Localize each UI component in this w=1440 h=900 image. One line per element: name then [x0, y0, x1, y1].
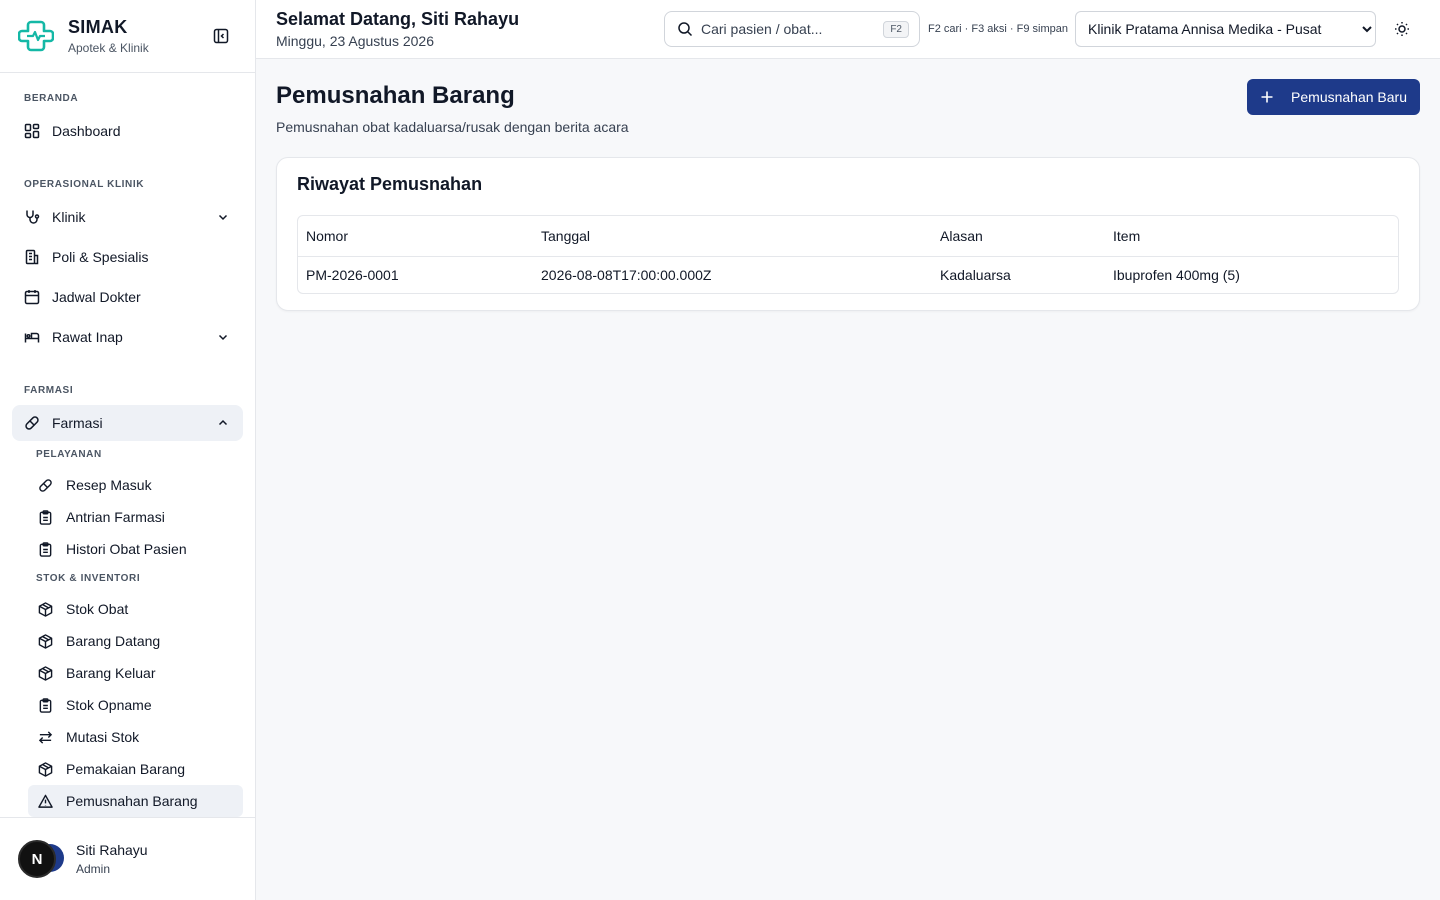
- clipboard-icon: [38, 697, 53, 713]
- search-input[interactable]: [701, 21, 884, 37]
- main-area: Selamat Datang, Siti Rahayu Minggu, 23 A…: [256, 0, 1440, 900]
- sidebar-item-stok-opname[interactable]: Stok Opname: [28, 689, 243, 721]
- pill-icon: [24, 415, 40, 431]
- dashboard-icon: [24, 123, 40, 139]
- package-icon: [38, 761, 53, 777]
- search-shortcut-key: F2: [883, 20, 909, 38]
- sidebar-item-resep-masuk[interactable]: Resep Masuk: [28, 469, 243, 501]
- user-name: Siti Rahayu: [76, 842, 148, 858]
- brand: SIMAK Apotek & Klinik: [0, 0, 255, 73]
- sidebar-item-pemakaian-barang[interactable]: Pemakaian Barang: [28, 753, 243, 785]
- sidebar-item-mutasi-stok[interactable]: Mutasi Stok: [28, 721, 243, 753]
- sidebar-item-klinik[interactable]: Klinik: [12, 199, 243, 235]
- bed-icon: [24, 329, 40, 345]
- sidebar-item-label: Resep Masuk: [66, 477, 152, 493]
- new-disposal-button[interactable]: Pemusnahan Baru: [1247, 79, 1420, 115]
- sidebar-item-label: Pemusnahan Barang: [66, 793, 198, 809]
- package-icon: [38, 601, 53, 617]
- sidebar-item-label: Poli & Spesialis: [52, 249, 149, 265]
- sidebar-item-label: Rawat Inap: [52, 329, 123, 345]
- table-row[interactable]: PM-2026-0001 2026-08-08T17:00:00.000Z Ka…: [298, 257, 1398, 293]
- sidebar-item-label: Barang Keluar: [66, 665, 156, 681]
- column-header-item: Item: [1105, 216, 1398, 257]
- brand-name: SIMAK: [68, 17, 128, 37]
- sidebar-item-label: Histori Obat Pasien: [66, 541, 187, 557]
- page-content: Pemusnahan Barang Pemusnahan obat kadalu…: [256, 59, 1440, 331]
- sun-icon: [1395, 22, 1409, 36]
- sidebar: SIMAK Apotek & Klinik BERANDA Dashboard …: [0, 0, 256, 900]
- chevron-up-icon: [217, 417, 229, 429]
- new-disposal-label: Pemusnahan Baru: [1291, 89, 1407, 105]
- cell-item: Ibuprofen 400mg (5): [1113, 267, 1240, 283]
- search-box[interactable]: F2: [664, 11, 920, 47]
- pill-icon: [38, 478, 53, 493]
- nav-section-ops: OPERASIONAL KLINIK: [24, 179, 145, 190]
- sidebar-item-label: Jadwal Dokter: [52, 289, 141, 305]
- chevron-down-icon: [217, 211, 229, 223]
- nav-section-home: BERANDA: [24, 93, 79, 104]
- package-icon: [38, 665, 53, 681]
- sidebar-item-label: Stok Obat: [66, 601, 129, 617]
- sidebar-item-label: Antrian Farmasi: [66, 509, 165, 525]
- arrows-left-right-icon: [38, 730, 53, 745]
- hotkey-hints: F2 cari · F3 aksi · F9 simpan: [928, 23, 1068, 35]
- user-profile[interactable]: N Siti Rahayu Admin: [0, 817, 255, 900]
- nav-subsection-pelayanan: PELAYANAN: [36, 449, 102, 460]
- sidebar-item-label: Klinik: [52, 209, 86, 225]
- clinic-logo-icon: [18, 20, 54, 52]
- nav-subsection-stok: STOK & INVENTORI: [36, 573, 141, 584]
- sidebar-item-stok-obat[interactable]: Stok Obat: [28, 593, 243, 625]
- app-root: SIMAK Apotek & Klinik BERANDA Dashboard …: [0, 0, 1440, 900]
- sidebar-item-poli[interactable]: Poli & Spesialis: [12, 239, 243, 275]
- brand-subtitle: Apotek & Klinik: [68, 41, 149, 55]
- topbar: Selamat Datang, Siti Rahayu Minggu, 23 A…: [256, 0, 1440, 59]
- plus-icon: [1259, 89, 1275, 105]
- history-table: Nomor Tanggal Alasan Item PM-2026-0001 2…: [297, 215, 1399, 294]
- history-title: Riwayat Pemusnahan: [297, 174, 483, 194]
- sidebar-item-barang-datang[interactable]: Barang Datang: [28, 625, 243, 657]
- sidebar-item-antrian-farmasi[interactable]: Antrian Farmasi: [28, 501, 243, 533]
- cell-nomor: PM-2026-0001: [306, 267, 399, 283]
- clinic-select[interactable]: Klinik Pratama Annisa Medika - Pusat: [1075, 11, 1376, 47]
- sidebar-item-label: Barang Datang: [66, 633, 161, 649]
- chevron-down-icon: [217, 331, 229, 343]
- sidebar-nav: BERANDA Dashboard OPERASIONAL KLINIK Kli…: [0, 73, 255, 817]
- stethoscope-icon: [24, 209, 40, 225]
- package-icon: [38, 633, 53, 649]
- page-subtitle: Pemusnahan obat kadaluarsa/rusak dengan …: [276, 119, 629, 135]
- building-icon: [24, 249, 40, 265]
- cell-alasan: Kadaluarsa: [940, 267, 1011, 283]
- sidebar-item-label: Pemakaian Barang: [66, 761, 186, 777]
- avatar: N: [18, 840, 56, 878]
- clipboard-icon: [38, 509, 53, 525]
- sidebar-item-label: Farmasi: [52, 415, 103, 431]
- column-header-alasan: Alasan: [932, 216, 1105, 257]
- sidebar-item-rawat-inap[interactable]: Rawat Inap: [12, 319, 243, 355]
- greeting-date: Minggu, 23 Agustus 2026: [276, 33, 435, 49]
- table-header-row: Nomor Tanggal Alasan Item: [298, 216, 1398, 257]
- user-role: Admin: [76, 862, 111, 876]
- search-icon: [677, 21, 693, 37]
- sidebar-item-barang-keluar[interactable]: Barang Keluar: [28, 657, 243, 689]
- warning-triangle-icon: [38, 794, 53, 809]
- column-header-tanggal: Tanggal: [533, 216, 932, 257]
- sidebar-item-label: Dashboard: [52, 123, 121, 139]
- greeting-title: Selamat Datang, Siti Rahayu: [276, 9, 520, 29]
- cell-tanggal: 2026-08-08T17:00:00.000Z: [541, 267, 712, 283]
- nav-section-farmasi: FARMASI: [24, 385, 74, 396]
- history-card: Riwayat Pemusnahan Nomor Tanggal Alasan …: [276, 157, 1420, 311]
- sidebar-item-dashboard[interactable]: Dashboard: [12, 113, 243, 149]
- panel-left-icon: [213, 28, 229, 44]
- sidebar-item-label: Stok Opname: [66, 697, 152, 713]
- sidebar-item-pemusnahan-barang[interactable]: Pemusnahan Barang: [28, 785, 243, 817]
- sidebar-item-jadwal[interactable]: Jadwal Dokter: [12, 279, 243, 315]
- sidebar-item-farmasi[interactable]: Farmasi: [12, 405, 243, 441]
- sidebar-item-label: Mutasi Stok: [66, 729, 140, 745]
- theme-toggle-button[interactable]: [1392, 19, 1412, 39]
- sidebar-item-histori-obat[interactable]: Histori Obat Pasien: [28, 533, 243, 565]
- column-header-nomor: Nomor: [298, 216, 533, 257]
- sidebar-collapse-button[interactable]: [211, 26, 231, 46]
- calendar-icon: [24, 289, 40, 305]
- clipboard-icon: [38, 541, 53, 557]
